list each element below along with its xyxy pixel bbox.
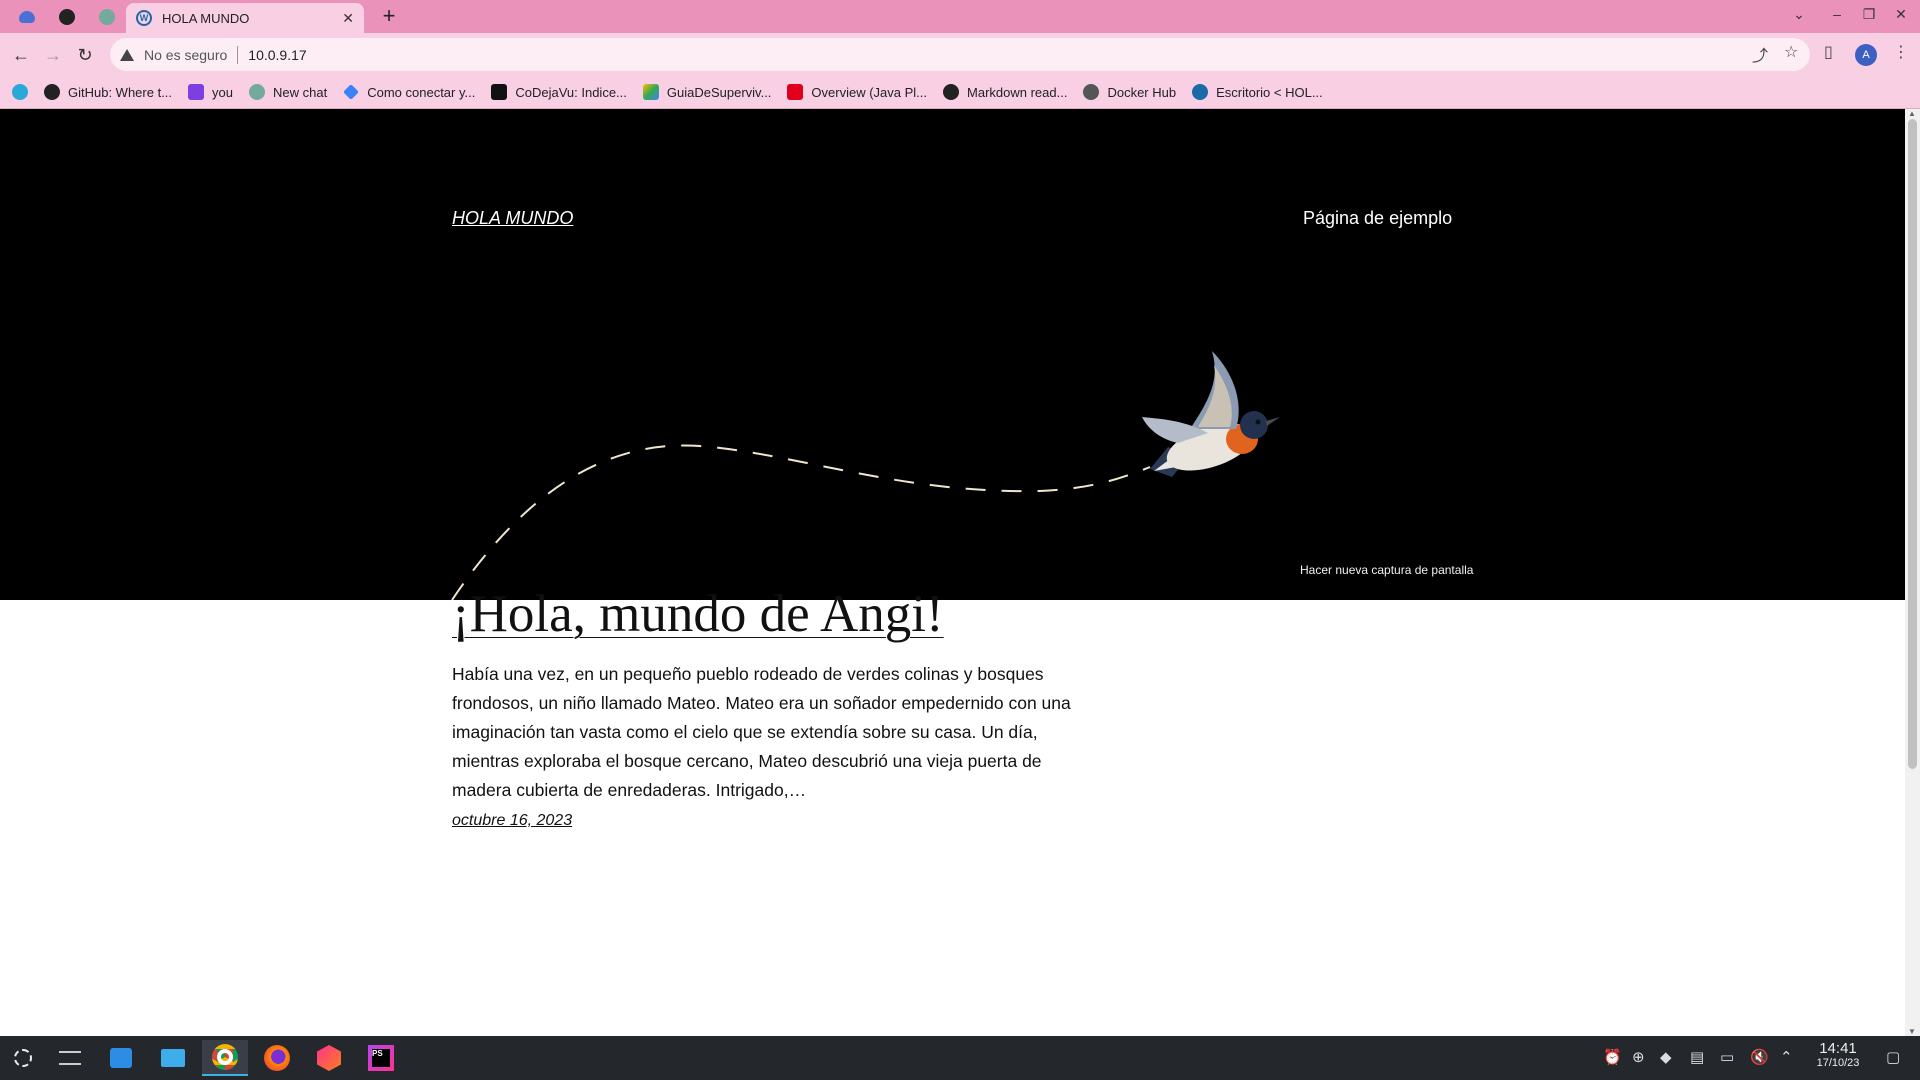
bookmark-item[interactable]: you [188,84,233,100]
show-desktop-icon[interactable]: ▢ [1886,1048,1900,1066]
bookmark-item[interactable]: Como conectar y... [343,84,475,100]
github-icon [943,84,960,100]
oracle-icon [787,84,804,100]
link-icon [343,84,360,100]
minimize-button[interactable]: – [1826,6,1848,22]
github-icon [44,84,60,100]
post-date-link[interactable]: octubre 16, 2023 [452,812,572,830]
file-manager-icon[interactable] [150,1040,196,1076]
menu-icon[interactable]: ⋮ [1893,42,1909,62]
you-icon [188,84,205,100]
tab-chatgpt[interactable] [92,5,122,29]
screenshot-overlay-text: Hacer nueva captura de pantalla [1300,563,1474,577]
post-title-link[interactable]: ¡Hola, mundo de Angi! [452,584,944,644]
firefox-icon[interactable] [254,1040,300,1076]
volume-muted-icon[interactable]: 🔇 [1750,1048,1769,1066]
side-panel-icon[interactable]: ▯ [1824,42,1833,62]
forward-button[interactable]: → [40,42,66,68]
phpstorm-icon[interactable]: PS [358,1040,404,1076]
bookmark-item[interactable]: Docker Hub [1083,84,1176,100]
scroll-down-icon[interactable]: ▼ [1908,1027,1916,1036]
bookmarks-bar: GitHub: Where t... you New chat Como con… [0,76,1920,109]
header-illustration [451,351,1280,600]
chatgpt-icon [99,9,115,25]
docker-icon [1083,84,1100,100]
post-excerpt: Había una vez, en un pequeño pueblo rode… [452,664,1071,800]
bird-icon [1142,351,1280,477]
chrome-icon[interactable] [202,1040,248,1076]
scroll-up-icon[interactable]: ▲ [1908,109,1916,118]
tab-strip: W HOLA MUNDO ✕ + ⌄ – ❐ ✕ [0,0,1920,33]
chatgpt-icon [249,84,266,100]
github-icon [59,9,75,25]
storage-icon[interactable]: ▤ [1690,1048,1704,1066]
address-bar[interactable]: No es seguro 10.0.9.17 [110,38,1810,71]
tab-docker[interactable] [12,5,42,29]
close-tab-icon[interactable]: ✕ [342,10,354,27]
omnibox-separator [237,45,239,64]
tab-hola-mundo[interactable]: W HOLA MUNDO ✕ [126,3,364,33]
clock-time: 14:41 [1819,1040,1857,1057]
tab-github[interactable] [52,5,82,29]
toolbox-tray-icon[interactable]: ◆ [1660,1048,1672,1066]
notification-bell-icon[interactable]: ⏰ [1603,1048,1622,1066]
bookmark-item[interactable]: CoDejaVu: Indice... [491,84,627,100]
clock-date: 17/10/23 [1816,1057,1860,1069]
reload-button[interactable]: ↻ [72,42,98,68]
site-header: HOLA MUNDO Página de ejemplo [0,109,1905,600]
wordpress-icon [1192,84,1209,100]
restore-button[interactable]: ❐ [1858,6,1880,23]
dashed-flight-path [451,444,1151,600]
drive-icon [642,84,659,100]
system-clock[interactable]: 14:41 17/10/23 [1808,1040,1868,1069]
warning-icon [120,48,134,61]
bookmark-item[interactable]: Markdown read... [943,84,1067,100]
browser-toolbar: ← → ↻ No es seguro 10.0.9.17 ⤴ ☆ ▯ A ⋮ [0,33,1920,76]
new-tab-button[interactable]: + [376,4,402,30]
url-text[interactable]: 10.0.9.17 [248,47,306,63]
network-icon[interactable]: ▭ [1720,1048,1734,1066]
taskbar: PS ⏰ ⊕ ◆ ▤ ▭ 🔇 ⌃ 14:41 17/10/23 ▢ [0,1036,1920,1080]
jetbrains-toolbox-icon[interactable] [306,1040,352,1076]
close-window-button[interactable]: ✕ [1890,6,1912,23]
web-page: HOLA MUNDO Página de ejemplo Hacer nueva… [0,109,1905,1036]
bookmark-star-icon[interactable]: ☆ [1784,42,1798,62]
updates-icon[interactable]: ⊕ [1632,1048,1645,1066]
share-icon[interactable]: ⤴ [1752,42,1768,66]
codejavu-icon [491,84,508,100]
app-launcher-icon[interactable] [0,1040,46,1076]
bookmark-item[interactable]: Overview (Java Pl... [787,84,927,100]
tab-search-icon[interactable]: ⌄ [1788,6,1810,23]
settings-icon[interactable] [47,1040,93,1076]
profile-avatar[interactable]: A [1855,44,1877,66]
edge-icon[interactable] [12,84,28,100]
back-button[interactable]: ← [8,42,34,68]
tray-expand-icon[interactable]: ⌃ [1780,1048,1793,1066]
page-scrollbar[interactable]: ▲ ▼ [1905,109,1920,1036]
bookmark-item[interactable]: Escritorio < HOL... [1192,84,1323,100]
wordpress-icon: W [136,10,152,26]
scrollbar-thumb[interactable] [1908,119,1917,769]
discover-store-icon[interactable] [98,1040,144,1076]
docker-icon [19,11,35,23]
tab-title: HOLA MUNDO [162,10,250,26]
bookmark-item[interactable]: New chat [249,84,327,100]
bookmark-item[interactable]: GuiaDeSuperviv... [642,84,771,100]
bookmark-item[interactable]: GitHub: Where t... [44,84,172,100]
not-secure-label[interactable]: No es seguro [144,47,227,63]
